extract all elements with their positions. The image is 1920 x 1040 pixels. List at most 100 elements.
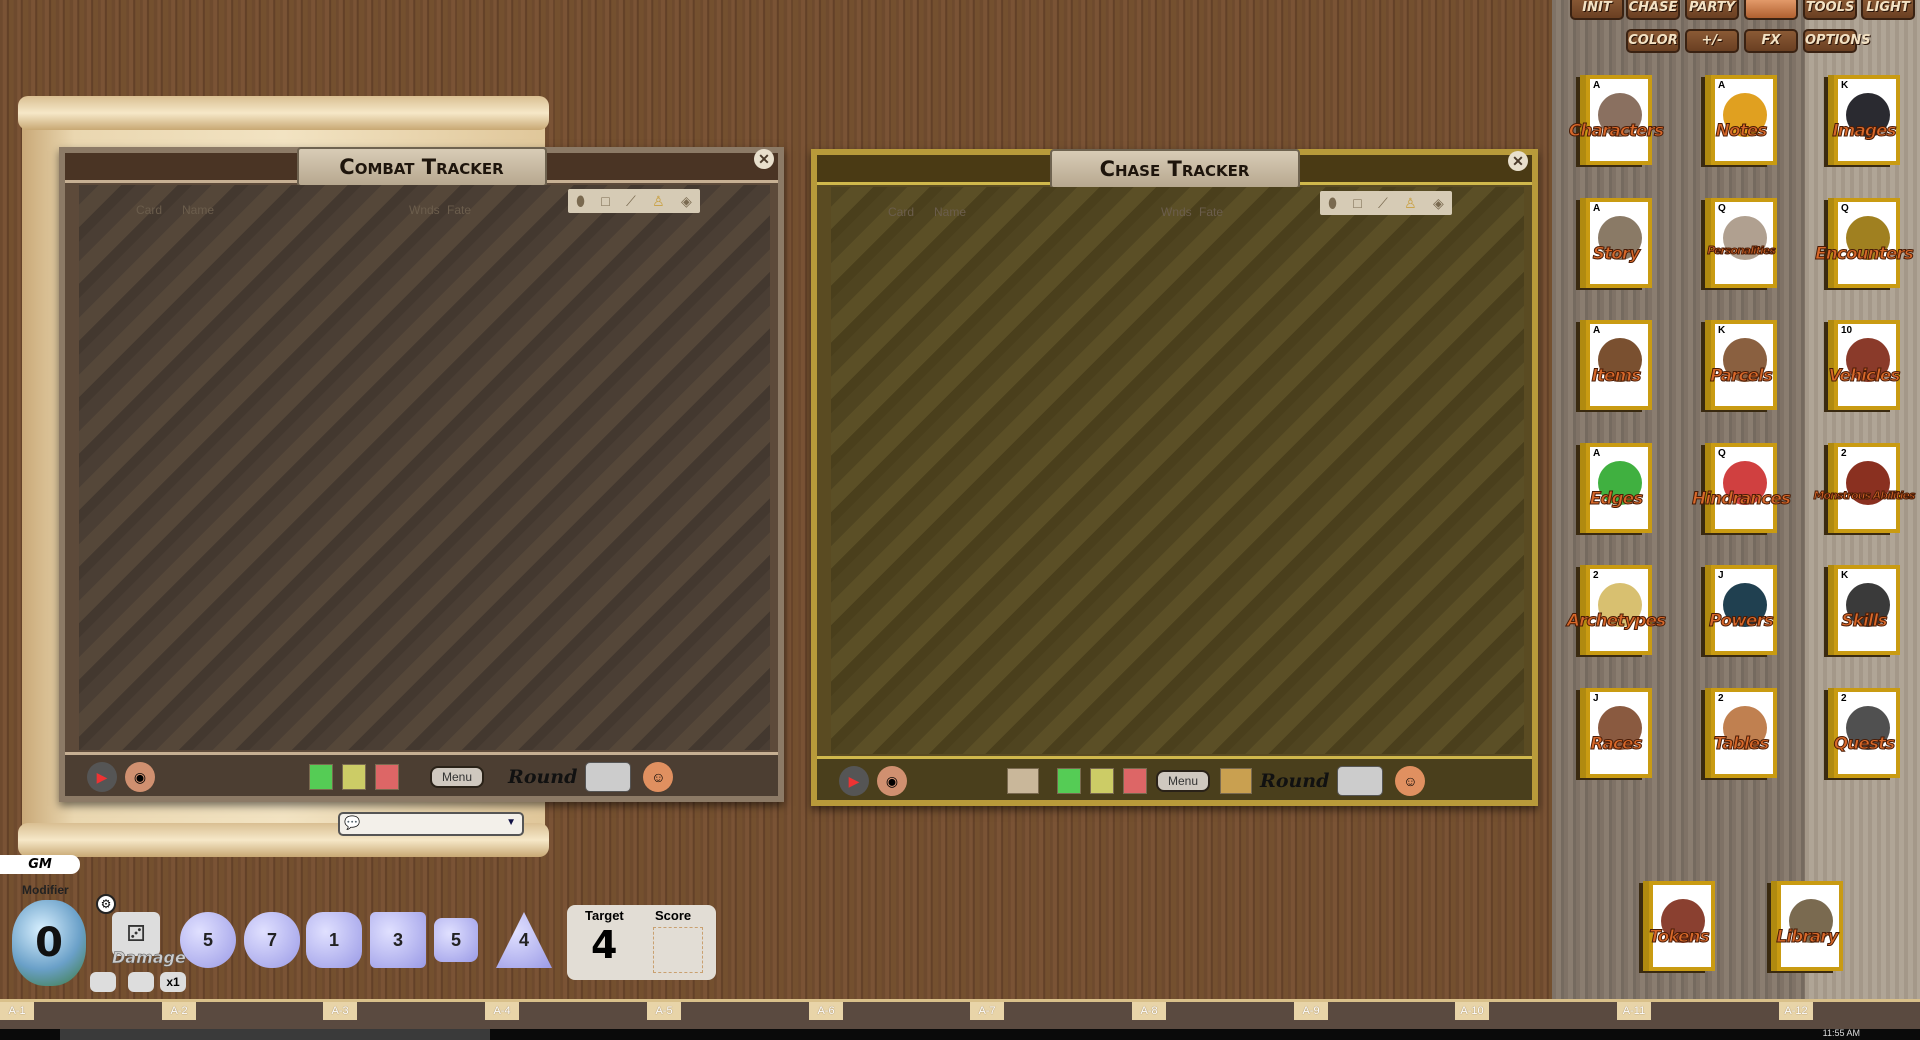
card-rank: A [1593,80,1601,91]
toolbar-button-color[interactable]: Color [1626,29,1680,53]
library-card-quests[interactable]: 2 Quests [1820,686,1908,786]
library-card-notes[interactable]: A Notes [1697,73,1785,173]
desktop-tab-a-5[interactable]: A-5 [647,1002,681,1020]
d20-die-icon[interactable]: 5 [180,912,236,968]
green-mask-icon[interactable] [309,764,333,790]
card-rank: 2 [1841,693,1847,704]
card-label: Parcels [1710,366,1774,387]
toolbar-button-[interactable]: +/- [1685,29,1739,53]
toolbar-button-init[interactable]: Init [1570,0,1624,20]
d12-die-icon[interactable]: 7 [244,912,300,968]
library-card-vehicles[interactable]: 10 Vehicles [1820,318,1908,418]
toolbar-button-light[interactable]: Light [1861,0,1915,20]
library-card-hindrances[interactable]: Q Hindrances [1691,441,1792,541]
target-value[interactable]: 4 [591,923,617,967]
card-rank: 2 [1593,570,1599,581]
identity-label[interactable]: GM [0,855,80,874]
green-mask-icon[interactable] [1057,768,1081,794]
d6-die-icon[interactable]: 5 [434,918,478,962]
campaign-icon[interactable] [1744,0,1798,20]
weapon-toggle[interactable] [128,972,154,992]
deal-icon[interactable]: ◉ [877,766,907,796]
toolbar-button-party[interactable]: Party [1685,0,1739,20]
shield-icon[interactable]: ⬮ [1328,195,1337,212]
shield-icon[interactable]: ⬮ [576,193,585,210]
desktop-tab-a-11[interactable]: A-11 [1617,1002,1651,1020]
eye-icon[interactable]: ◈ [1433,195,1444,212]
library-card-parcels[interactable]: K Parcels [1697,318,1785,418]
multiplier-toggle[interactable]: x1 [160,972,186,992]
yellow-mask-icon[interactable] [1090,768,1114,794]
card-rank: A [1593,448,1601,459]
d10-die-icon[interactable]: 1 [306,912,362,968]
library-card-edges[interactable]: A Edges [1572,441,1660,541]
card-label: Quests [1833,734,1895,755]
library-card-tokens[interactable]: Tokens [1635,879,1723,979]
person-icon[interactable]: ♙ [652,193,665,210]
desktop-tab-a-6[interactable]: A-6 [809,1002,843,1020]
red-mask-icon[interactable] [1123,768,1147,794]
chat-mode-dropdown[interactable]: 💬 ▼ [338,812,524,836]
d8-die-icon[interactable]: 3 [370,912,426,968]
library-card-skills[interactable]: K Skills [1820,563,1908,663]
toolbar-button-fx[interactable]: FX [1744,29,1798,53]
library-card-powers[interactable]: J Powers [1697,563,1785,663]
next-round-icon[interactable]: ☺ [1395,766,1426,796]
round-field[interactable] [585,762,632,792]
d4-die-icon[interactable]: 4 [496,912,552,968]
desktop-tab-a-3[interactable]: A-3 [323,1002,357,1020]
card-face: Q [1711,198,1777,288]
next-round-icon[interactable]: ☺ [643,762,674,792]
round-field[interactable] [1337,766,1384,796]
sword-icon[interactable]: ⟋ [1378,195,1388,212]
red-mask-icon[interactable] [375,764,399,790]
desktop-tab-a-8[interactable]: A-8 [1132,1002,1166,1020]
card-face: K [1834,75,1900,165]
chase-length-icon[interactable] [1007,768,1039,794]
score-value[interactable] [653,927,703,973]
toolbar-button-tools[interactable]: Tools [1803,0,1857,20]
square-icon[interactable]: □ [1353,195,1361,211]
round-label: Round [1260,770,1330,792]
yellow-mask-icon[interactable] [342,764,366,790]
armor-toggle[interactable] [90,972,116,992]
next-actor-icon[interactable]: ▶ [839,766,869,796]
toolbar-button-options[interactable]: Options [1803,29,1871,53]
desktop-tab-a-12[interactable]: A-12 [1779,1002,1813,1020]
person-icon[interactable]: ♙ [1404,195,1417,212]
desktop-tab-a-1[interactable]: A-1 [0,1002,34,1020]
cards-icon[interactable] [1220,768,1253,794]
library-card-races[interactable]: J Races [1572,686,1660,786]
sword-icon[interactable]: ⟋ [626,193,636,210]
deal-icon[interactable]: ◉ [125,762,155,792]
menu-button[interactable]: Menu [430,766,485,788]
square-icon[interactable]: □ [601,193,609,209]
column-wounds: Wnds [409,203,440,217]
desktop-tab-a-10[interactable]: A-10 [1455,1002,1489,1020]
next-actor-icon[interactable]: ▶ [87,762,117,792]
desktop-tab-a-4[interactable]: A-4 [485,1002,519,1020]
library-card-characters[interactable]: A Characters [1568,73,1665,173]
desktop-tab-a-9[interactable]: A-9 [1294,1002,1328,1020]
close-icon[interactable]: ✕ [1508,151,1528,171]
round-label: Round [508,766,578,788]
close-icon[interactable]: ✕ [754,149,774,169]
library-card-archetypes[interactable]: 2 Archetypes [1566,563,1667,663]
desktop-tab-a-7[interactable]: A-7 [970,1002,1004,1020]
eye-icon[interactable]: ◈ [681,193,692,210]
modifier-value[interactable]: 0 [12,900,86,986]
library-card-story[interactable]: A Story [1572,196,1660,296]
library-card-library[interactable]: Library [1763,879,1851,979]
library-card-items[interactable]: A Items [1572,318,1660,418]
chevron-down-icon: ▼ [506,817,516,828]
library-card-images[interactable]: K Images [1820,73,1908,173]
desktop-tab-a-2[interactable]: A-2 [162,1002,196,1020]
card-label: Notes [1715,121,1768,142]
toolbar-button-chase[interactable]: Chase [1626,0,1680,20]
library-card-tables[interactable]: 2 Tables [1697,686,1785,786]
settings-icon[interactable]: ⚙ [96,894,116,914]
library-card-monstrous-abilities[interactable]: 2 Monstrous Abilities [1813,441,1916,541]
library-card-encounters[interactable]: Q Encounters [1815,196,1914,296]
menu-button[interactable]: Menu [1156,770,1211,792]
library-card-personalities[interactable]: Q Personalities [1697,196,1785,296]
